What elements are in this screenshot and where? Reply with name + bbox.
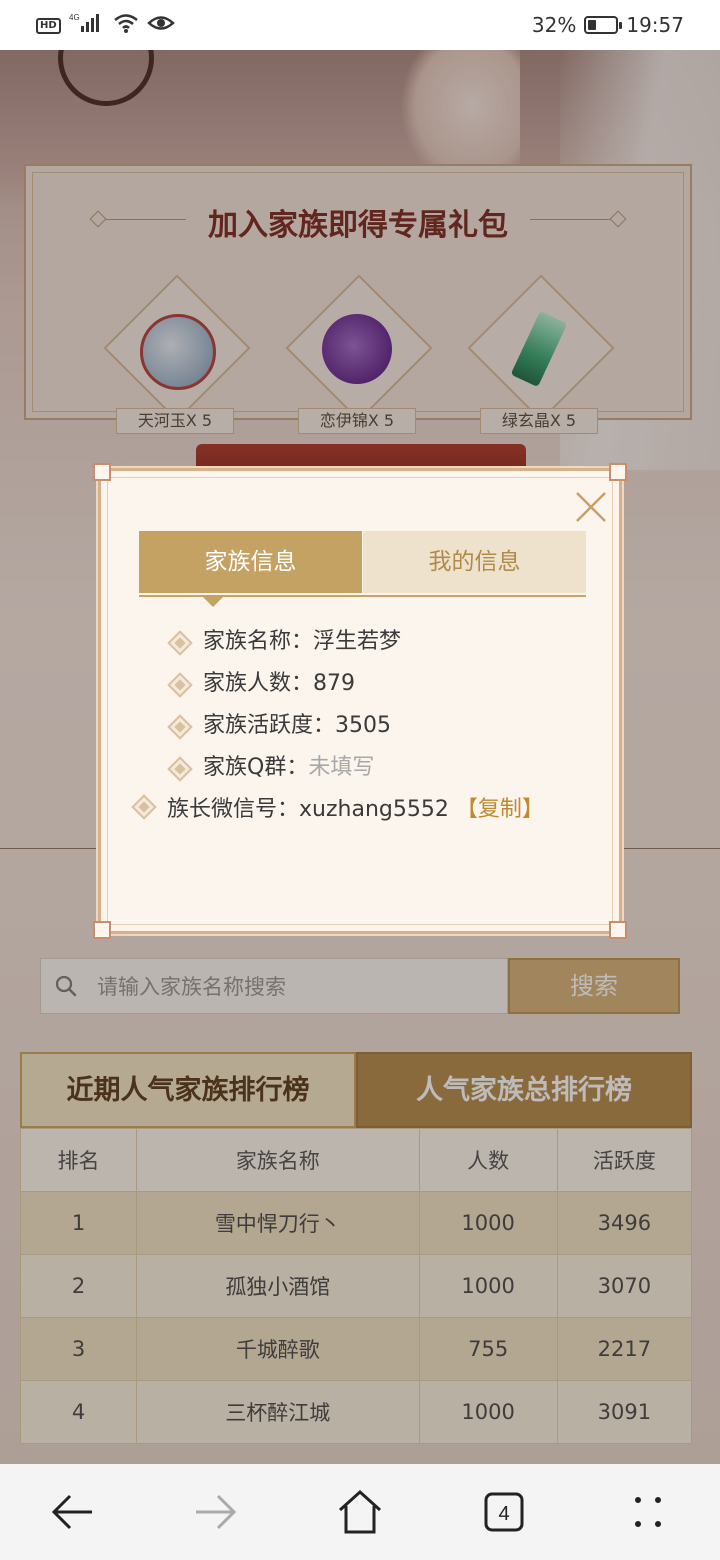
leader-wechat-label: 族长微信号：	[167, 797, 300, 822]
diamond-bullet-icon	[167, 714, 193, 740]
family-qq-label: 家族Q群：	[203, 755, 309, 780]
family-name-label: 家族名称：	[203, 629, 314, 654]
family-name-value: 浮生若梦	[313, 629, 402, 654]
leader-wechat-value: xuzhang5552	[299, 797, 449, 822]
corner-ornament	[93, 921, 111, 939]
corner-ornament	[609, 921, 627, 939]
home-icon	[338, 1489, 382, 1534]
family-activity-row: 家族活跃度：3505	[167, 705, 577, 747]
copy-wechat-link[interactable]: 【复制】	[456, 797, 544, 822]
tabs-button[interactable]: 4	[480, 1488, 528, 1536]
family-qq-row: 家族Q群：未填写	[167, 747, 577, 789]
hd-badge: HD	[36, 17, 61, 34]
family-activity-value: 3505	[335, 713, 392, 738]
tabs-icon: 4	[484, 1492, 524, 1532]
battery-percent: 32%	[531, 13, 577, 37]
back-button[interactable]	[48, 1488, 96, 1536]
status-bar: HD 4G 32% 19:57	[0, 0, 720, 50]
family-count-label: 家族人数：	[203, 671, 314, 696]
family-activity-label: 家族活跃度：	[203, 713, 336, 738]
network-type: 4G	[69, 13, 80, 22]
family-name-row: 家族名称：浮生若梦	[167, 621, 577, 663]
tab-my-info[interactable]: 我的信息	[363, 531, 586, 593]
signal-icon: 4G	[69, 12, 105, 39]
tab-count: 4	[498, 1503, 509, 1525]
tab-family-info[interactable]: 家族信息	[139, 531, 362, 593]
browser-navbar: 4	[0, 1464, 720, 1560]
close-button[interactable]	[573, 489, 609, 525]
battery-icon	[584, 16, 623, 34]
arrow-right-icon	[196, 1494, 237, 1530]
family-info-list: 家族名称：浮生若梦 家族人数：879 家族活跃度：3505 家族Q群：未填写 族…	[131, 621, 577, 827]
diamond-bullet-icon	[131, 794, 157, 820]
active-tab-pointer	[201, 595, 225, 607]
corner-ornament	[93, 463, 111, 481]
diamond-bullet-icon	[167, 756, 193, 782]
close-icon	[576, 492, 606, 522]
corner-ornament	[609, 463, 627, 481]
leader-wechat-row: 族长微信号：xuzhang5552 【复制】	[131, 789, 577, 827]
forward-button[interactable]	[192, 1488, 240, 1536]
home-button[interactable]	[336, 1488, 384, 1536]
more-dots-icon	[635, 1497, 661, 1527]
diamond-bullet-icon	[167, 672, 193, 698]
dialog-tabs: 家族信息 我的信息	[139, 531, 586, 597]
arrow-left-icon	[51, 1494, 92, 1530]
clock: 19:57	[626, 13, 684, 37]
diamond-bullet-icon	[167, 630, 193, 656]
family-count-row: 家族人数：879	[167, 663, 577, 705]
family-info-dialog: 家族信息 我的信息 家族名称：浮生若梦 家族人数：879 家族活跃度：3505 …	[93, 463, 627, 939]
wifi-icon	[113, 12, 139, 39]
family-qq-value: 未填写	[308, 755, 375, 780]
family-count-value: 879	[313, 671, 356, 696]
menu-button[interactable]	[624, 1488, 672, 1536]
eye-icon	[146, 12, 175, 39]
